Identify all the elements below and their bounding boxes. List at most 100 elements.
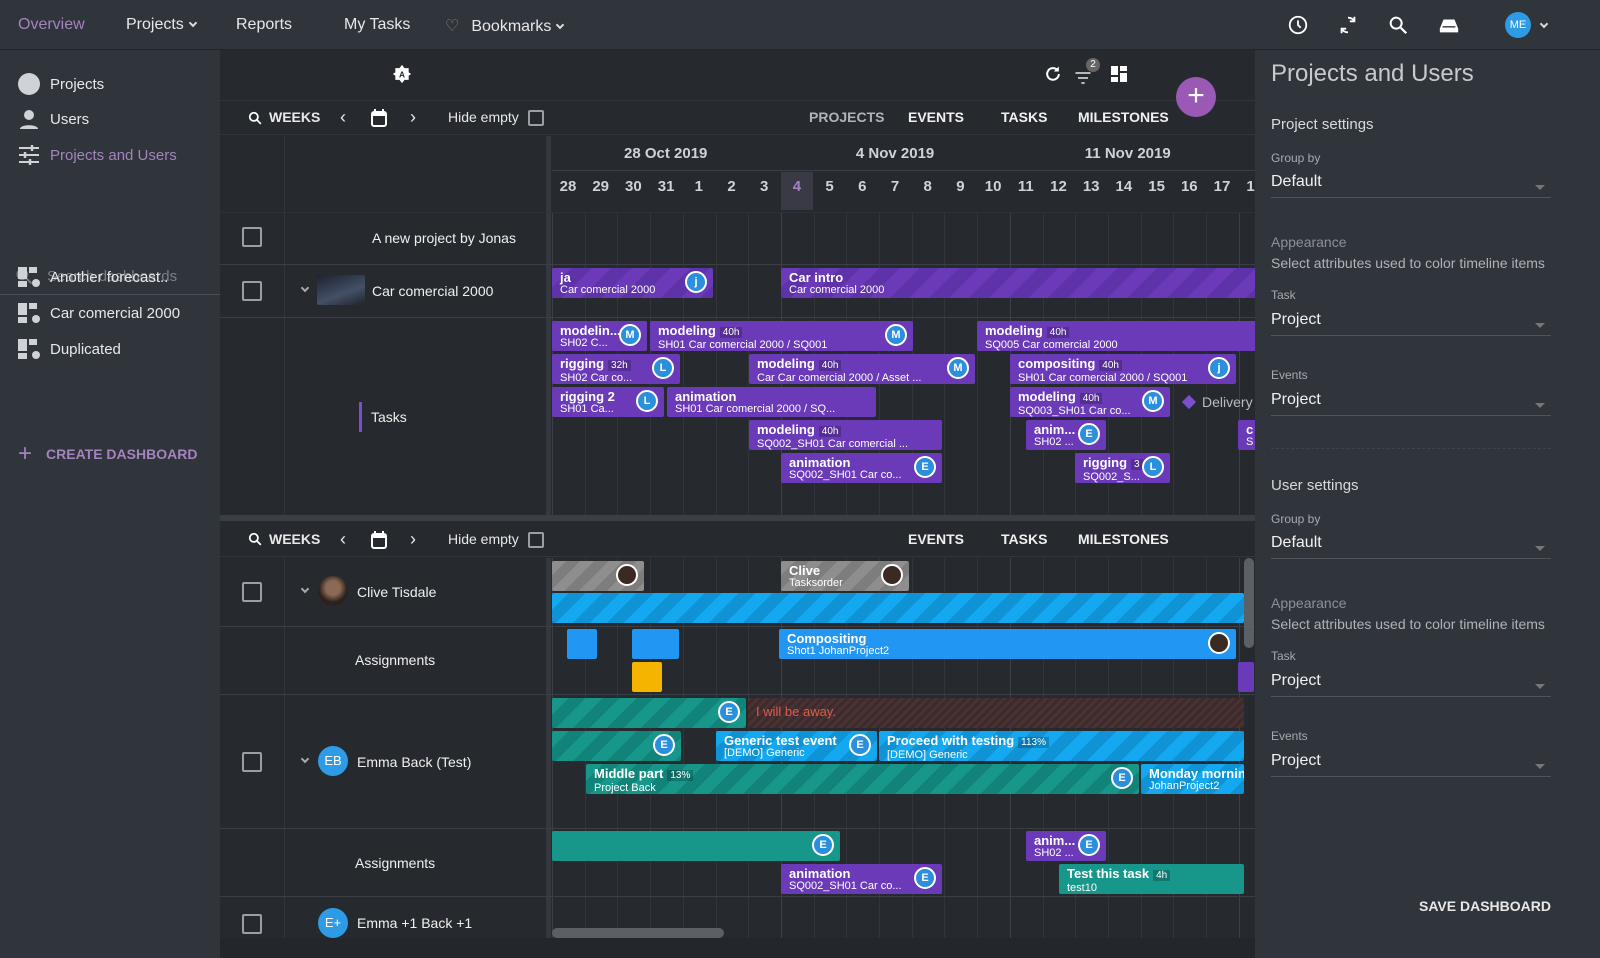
timeline-bar[interactable]: E [552,831,840,861]
day-label[interactable]: 14 [1108,172,1140,210]
timeline-bar[interactable] [1238,662,1254,692]
day-label[interactable]: 1 [683,172,715,210]
timeline-bar[interactable]: animation SQ002_SH01 Car co... E [781,864,942,894]
tab-events[interactable]: EVENTS [908,109,964,125]
timeline-bar[interactable]: modeling 40h Car Car comercial 2000 / Asse… [749,354,975,384]
assignee-avatar[interactable]: E [1078,834,1100,856]
timeline-bar[interactable]: anim... SH02 ... E [1026,420,1106,450]
calendar-icon[interactable] [371,109,387,127]
dashboard-item[interactable]: Car comercial 2000 [18,303,180,323]
sidebar-item-users[interactable]: Users [18,109,89,129]
user-events-color-select[interactable]: Project [1271,752,1551,777]
assignee-avatar[interactable]: E [849,734,871,756]
vertical-scrollbar[interactable] [1244,558,1254,648]
save-dashboard-button[interactable]: SAVE DASHBOARD [1419,898,1551,914]
timeline-bar[interactable]: rigging 2 SH01 Ca... L [552,387,664,417]
assignee-avatar[interactable]: E [653,734,675,756]
chevron-down-icon[interactable] [1539,19,1549,29]
assignee-avatar[interactable]: M [885,324,907,346]
nav-overview[interactable]: Overview [18,16,85,34]
day-label[interactable]: 7 [879,172,911,210]
brightness-auto-icon[interactable]: A [392,64,412,84]
zoom-weeks-button[interactable]: WEEKS [269,531,320,547]
horizontal-scrollbar[interactable] [552,928,724,938]
search-icon[interactable] [1387,14,1409,36]
day-label[interactable]: 31 [650,172,682,210]
refresh-icon[interactable] [1043,64,1063,84]
zoom-weeks-button[interactable]: WEEKS [269,109,320,125]
day-label[interactable]: 3 [748,172,780,210]
timeline-bar[interactable]: Generic test event [DEMO] Generic E [716,731,877,761]
prev-arrow-icon[interactable]: ‹ [340,529,346,550]
hide-empty-checkbox[interactable] [528,110,544,126]
row-checkbox[interactable] [242,281,262,301]
timeline-bar[interactable]: animation SQ002_SH01 Car co... E [781,453,942,483]
day-label[interactable]: 10 [977,172,1009,210]
timeline-bar[interactable]: Test this task 4h test10 [1059,864,1244,894]
nav-my-tasks[interactable]: My Tasks [344,16,410,34]
assignee-avatar[interactable]: L [652,357,674,379]
timeline-bar[interactable]: E [552,698,746,728]
day-label[interactable]: 9 [944,172,976,210]
next-arrow-icon[interactable]: › [410,107,416,128]
timeline-bar[interactable] [552,593,1244,623]
inbox-icon[interactable] [1437,14,1461,36]
assignee-avatar[interactable] [1208,632,1230,654]
timeline-bar[interactable]: cS [1238,420,1255,450]
assignee-avatar[interactable]: M [947,357,969,379]
hide-empty-checkbox[interactable] [528,532,544,548]
assignee-avatar[interactable]: M [1142,390,1164,412]
tab-milestones[interactable]: MILESTONES [1078,531,1169,547]
timeline-bar[interactable]: anim... SH02 ... E [1026,831,1106,861]
assignee-avatar[interactable]: E [914,456,936,478]
timeline-bar[interactable]: E [552,731,681,761]
day-label[interactable]: 12 [1043,172,1075,210]
timeline-bar[interactable] [552,561,644,591]
timeline-bar[interactable]: I will be away. [748,698,1244,728]
project-events-color-select[interactable]: Project [1271,391,1551,416]
assignee-avatar[interactable]: L [636,390,658,412]
timeline-bar[interactable]: rigging 32h SH02 Car co... L [552,354,680,384]
tab-tasks[interactable]: TASKS [1001,531,1047,547]
timeline-bar[interactable] [632,662,662,692]
assignee-avatar[interactable]: j [1208,357,1230,379]
assignee-avatar[interactable]: M [619,324,641,346]
dashboard-item[interactable]: Duplicated [18,339,121,359]
calendar-icon[interactable] [371,531,387,549]
row-checkbox[interactable] [242,914,262,934]
project-row-label[interactable]: A new project by Jonas [372,230,516,246]
assignee-avatar[interactable]: E [812,834,834,856]
timeline-bar[interactable]: ja Car comercial 2000 j [552,268,713,298]
day-label[interactable]: 29 [585,172,617,210]
timeline-bar[interactable]: Compositing Shot1 JohanProject2 [779,629,1236,659]
splitter[interactable] [546,136,551,516]
timeline-bar[interactable]: modeling 40h SQ003_SH01 Car co... M [1010,387,1170,417]
project-group-by-select[interactable]: Default [1271,173,1551,198]
timeline-bar[interactable]: Car intro Car comercial 2000 [781,268,1255,298]
clock-icon[interactable] [1287,14,1309,36]
timeline-bar[interactable]: Clive Tasksorder [781,561,909,591]
timeline-bar[interactable]: compositing 40h SH01 Car comercial 2000 / … [1010,354,1236,384]
tab-projects[interactable]: PROJECTS [809,109,884,125]
day-label[interactable]: 17 [1206,172,1238,210]
create-dashboard-button[interactable]: + CREATE DASHBOARD [18,440,197,468]
day-label[interactable]: 6 [846,172,878,210]
user-avatar[interactable]: ME [1505,12,1531,38]
day-label[interactable]: 4 [780,172,813,210]
next-arrow-icon[interactable]: › [410,529,416,550]
nav-projects[interactable]: Projects [126,16,198,34]
day-label[interactable]: 15 [1141,172,1173,210]
nav-reports[interactable]: Reports [236,16,292,34]
day-label[interactable]: 16 [1173,172,1205,210]
milestone-marker[interactable]: Delivery [1181,394,1253,410]
row-checkbox[interactable] [242,752,262,772]
day-label[interactable]: 8 [912,172,944,210]
add-button[interactable]: + [1176,77,1216,117]
row-checkbox[interactable] [242,227,262,247]
dashboard-layout-icon[interactable] [1110,65,1128,83]
timeline-bar[interactable] [632,629,679,659]
timeline-bar[interactable]: rigging 3 SQ002_S... L [1075,453,1170,483]
assignee-avatar[interactable]: E [1111,767,1133,789]
sidebar-item-projects[interactable]: Projects [18,73,104,95]
user-row-label[interactable]: Emma +1 Back +1 [357,915,472,931]
